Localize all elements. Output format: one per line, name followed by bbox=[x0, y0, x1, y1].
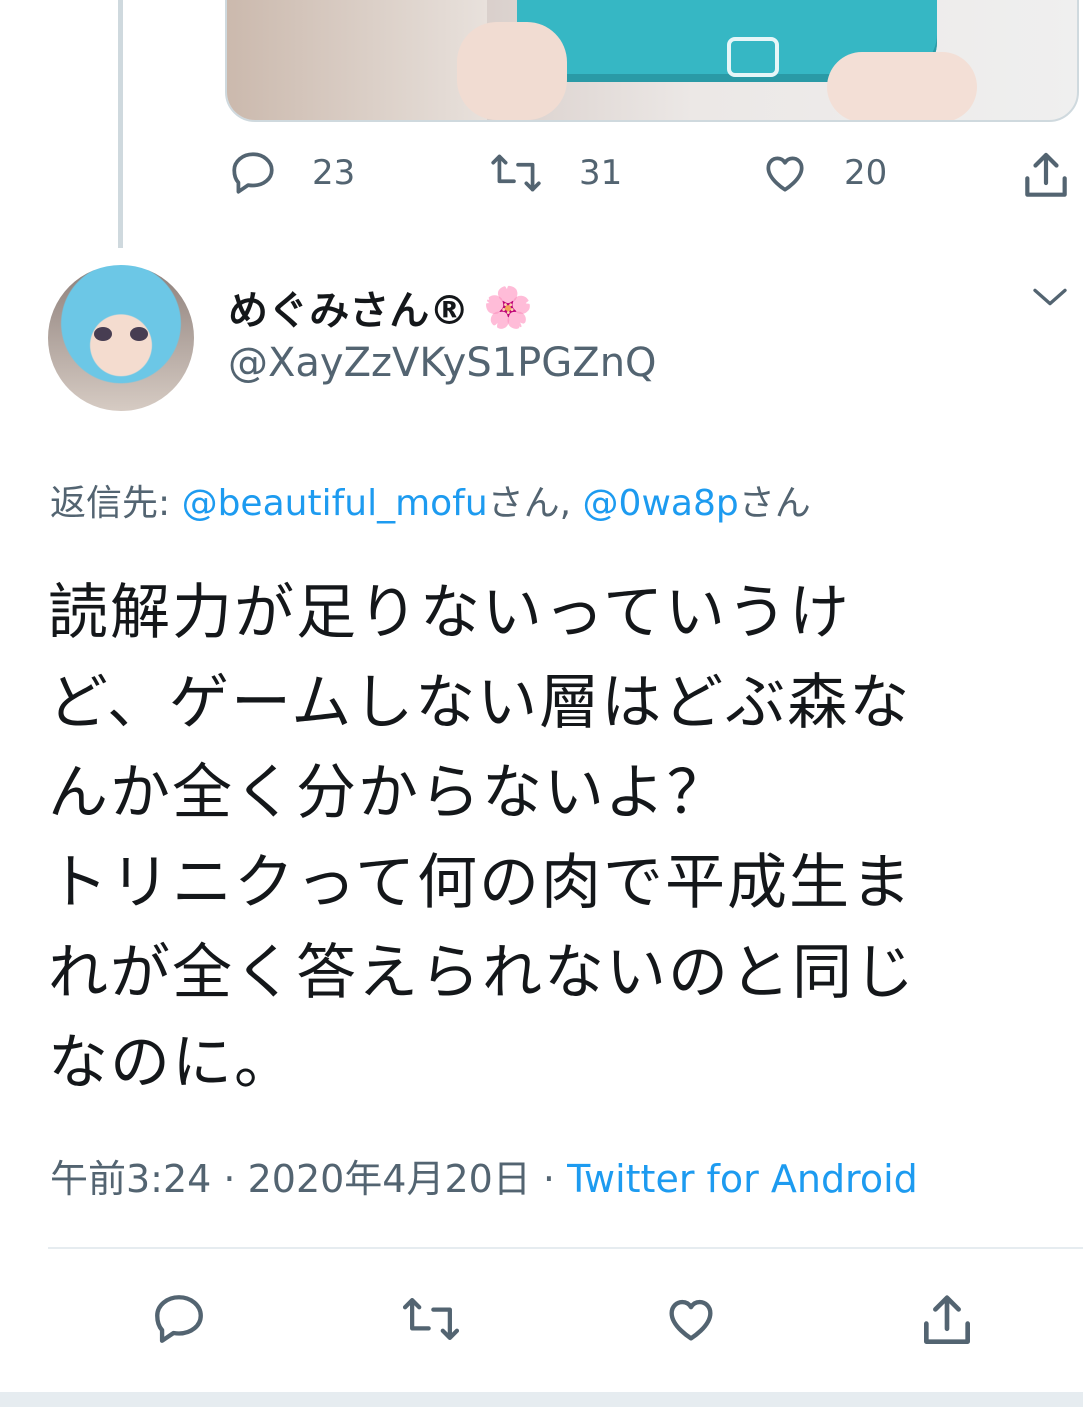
share-icon bbox=[916, 1290, 978, 1352]
reply-icon bbox=[150, 1290, 208, 1348]
tweet-text: 読解力が足りないっていうけ ど、ゲームしない層はどぶ森な んか全く分からないよ？… bbox=[48, 578, 916, 1098]
media-hand-left bbox=[457, 22, 567, 120]
heart-icon bbox=[760, 148, 810, 198]
reply-count: 23 bbox=[312, 153, 356, 193]
tweet-time[interactable]: 午前3:24 bbox=[50, 1157, 211, 1201]
retweet-button[interactable] bbox=[398, 1290, 464, 1348]
tweet-metadata: 午前3:24 · 2020年4月20日 · Twitter for Androi… bbox=[50, 1148, 918, 1203]
reply-button[interactable] bbox=[150, 1290, 208, 1348]
reply-mention-1[interactable]: @beautiful_mofu bbox=[182, 483, 488, 524]
cherry-blossom-icon: 🌸 bbox=[483, 284, 534, 331]
tweet-actions bbox=[0, 1290, 1083, 1350]
reply-button[interactable]: 23 bbox=[228, 148, 355, 198]
reply-to-label: 返信先: bbox=[50, 483, 182, 524]
avatar-eye-right bbox=[130, 327, 148, 341]
thread-line bbox=[118, 0, 123, 248]
meta-separator-2: · bbox=[530, 1157, 568, 1201]
reply-suffix-2: さん bbox=[738, 483, 811, 524]
retweet-icon bbox=[487, 148, 545, 198]
reply-suffix-1: さん, bbox=[487, 483, 583, 524]
media-hand-right bbox=[827, 52, 977, 120]
divider bbox=[48, 1247, 1083, 1249]
reply-icon bbox=[228, 148, 278, 198]
meta-separator-1: · bbox=[211, 1157, 248, 1201]
like-button[interactable]: 20 bbox=[760, 148, 887, 198]
chevron-down-icon bbox=[1030, 288, 1070, 316]
console-logo-icon bbox=[727, 37, 779, 77]
avatar-eye-left bbox=[94, 327, 112, 341]
heart-icon bbox=[662, 1290, 720, 1348]
previous-tweet-actions: 23 31 20 bbox=[0, 148, 1083, 208]
bottom-separator bbox=[0, 1392, 1083, 1407]
share-button[interactable] bbox=[916, 1290, 978, 1352]
media-background bbox=[227, 0, 487, 120]
display-name[interactable]: めぐみさん® 🌸 bbox=[228, 278, 533, 336]
like-count: 20 bbox=[844, 153, 888, 193]
share-icon bbox=[1018, 148, 1074, 204]
reply-to-line: 返信先: @beautiful_mofuさん, @0wa8pさん bbox=[50, 474, 811, 526]
tweet-date[interactable]: 2020年4月20日 bbox=[248, 1157, 531, 1201]
tweet-media-image[interactable] bbox=[225, 0, 1079, 122]
user-handle[interactable]: @XayZzVKyS1PGZnQ bbox=[228, 340, 657, 386]
more-options-button[interactable] bbox=[1030, 282, 1070, 316]
tweet-client[interactable]: Twitter for Android bbox=[567, 1157, 918, 1201]
retweet-count: 31 bbox=[579, 153, 623, 193]
share-button[interactable] bbox=[1018, 148, 1074, 204]
retweet-button[interactable]: 31 bbox=[487, 148, 622, 198]
avatar[interactable] bbox=[48, 265, 194, 411]
retweet-icon bbox=[398, 1290, 464, 1348]
like-button[interactable] bbox=[662, 1290, 720, 1348]
display-name-text: めぐみさん® bbox=[228, 288, 470, 334]
reply-mention-2[interactable]: @0wa8p bbox=[583, 483, 739, 524]
